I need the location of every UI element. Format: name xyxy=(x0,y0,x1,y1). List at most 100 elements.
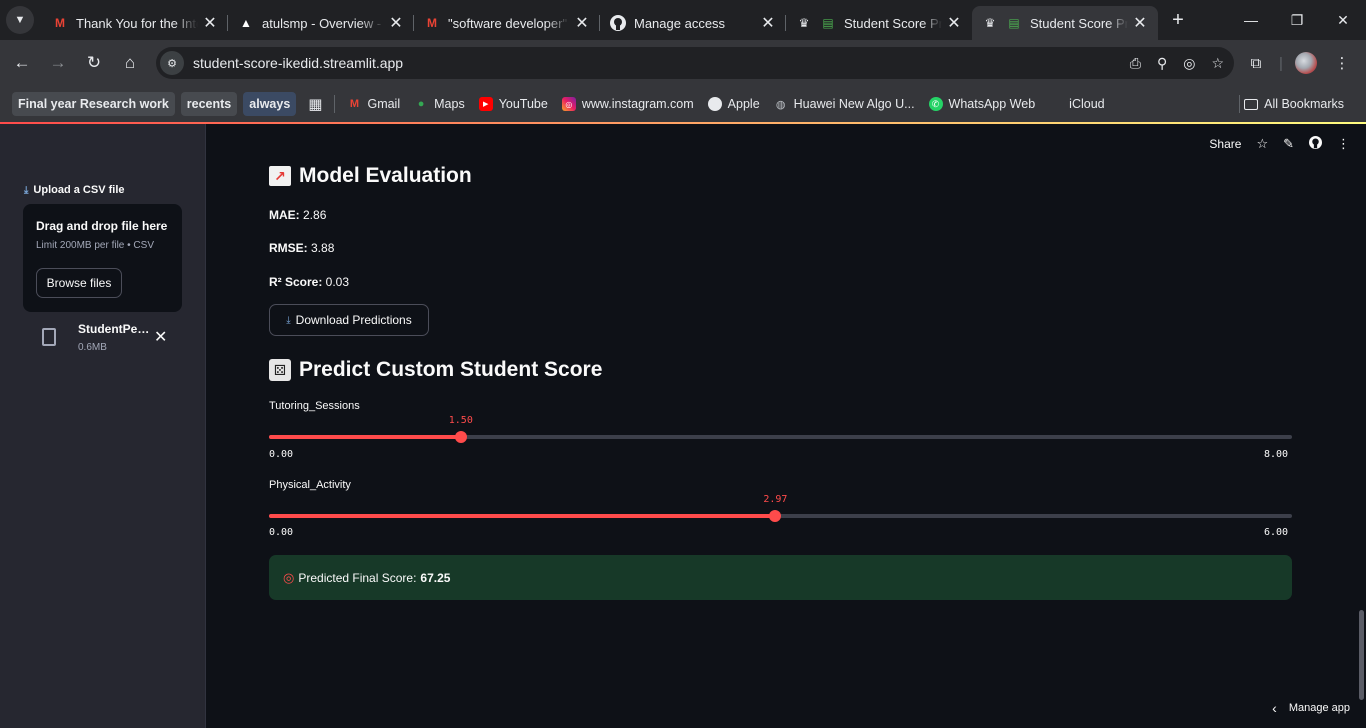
predicted-score: 67.25 xyxy=(420,570,451,585)
url-text[interactable]: student-score-ikedid.streamlit.app xyxy=(193,55,403,71)
new-tab-button[interactable]: + xyxy=(1164,6,1192,34)
home-icon: ⌂ xyxy=(124,53,136,72)
apps-grid-icon: ▦ xyxy=(308,96,323,113)
bookmark-instagram[interactable]: ◎ www.instagram.com xyxy=(556,92,700,116)
chart-increasing-icon: ↗ xyxy=(269,166,291,186)
uploaded-file: StudentPerformanceFactors.csv 0.6MB ✕ xyxy=(38,322,178,358)
browser-tab[interactable]: Manage access ✕ xyxy=(600,6,786,40)
minimize-icon[interactable]: — xyxy=(1228,0,1274,40)
share-button[interactable]: Share xyxy=(1209,137,1241,151)
slider-max: 6.00 xyxy=(1264,527,1289,538)
plus-icon: + xyxy=(1172,8,1184,31)
slider-value: 1.50 xyxy=(448,415,473,426)
address-bar[interactable]: ⚙ student-score-ikedid.streamlit.app ⎙ ⚲… xyxy=(156,47,1234,79)
close-tab-icon[interactable]: ✕ xyxy=(1132,13,1148,33)
slider-thumb[interactable] xyxy=(454,431,467,443)
download-predictions-button[interactable]: ⤓ Download Predictions xyxy=(269,304,429,336)
reload-button[interactable]: ↻ xyxy=(76,45,112,81)
slider-thumb[interactable] xyxy=(769,510,782,522)
zoom-icon[interactable]: ⚲ xyxy=(1157,55,1167,72)
gmail-icon: M xyxy=(55,16,65,30)
site-info-icon[interactable]: ⚙ xyxy=(160,51,184,75)
slider-fill xyxy=(269,435,461,439)
file-dropzone[interactable]: Drag and drop file here Limit 200MB per … xyxy=(23,204,182,312)
folder-icon xyxy=(1244,98,1259,110)
bookmark-folder[interactable]: always xyxy=(243,92,297,116)
inbox-tray-icon: ⤓ xyxy=(286,314,291,326)
slider-max: 8.00 xyxy=(1264,449,1289,460)
physical-activity-slider[interactable]: 2.97 xyxy=(269,494,1292,522)
remove-file-icon[interactable]: ✕ xyxy=(154,327,167,347)
r2-metric: R² Score: 0.03 xyxy=(269,275,350,289)
browser-tab[interactable]: M "software developer" - Gmail ✕ xyxy=(414,6,600,40)
browser-tab[interactable]: ▲ atulsmp - Overview - Vercel ✕ xyxy=(228,6,414,40)
github-icon[interactable] xyxy=(1309,136,1322,152)
arrow-left-icon: ← xyxy=(13,53,31,72)
tutoring-sessions-slider[interactable]: 1.50 xyxy=(269,415,1292,443)
bookmark-huawei[interactable]: ◍ Huawei New Algo U... xyxy=(768,92,921,116)
bookmark-gmail[interactable]: M Gmail xyxy=(341,92,406,116)
extensions-icon[interactable]: ⧉ xyxy=(1238,55,1274,72)
eye-off-icon[interactable]: ◎ xyxy=(1183,55,1195,72)
youtube-icon: ▶ xyxy=(478,97,493,111)
app-toolbar: Share ☆ ✎ ⋮ xyxy=(1209,136,1350,152)
restore-icon[interactable]: ❐ xyxy=(1274,0,1320,40)
forward-button[interactable]: → xyxy=(40,45,76,81)
manage-app-button[interactable]: ‹ Manage app xyxy=(1272,700,1350,716)
gmail-icon: M xyxy=(349,98,360,110)
maps-icon: ● xyxy=(417,98,425,110)
scrollbar-thumb[interactable] xyxy=(1359,610,1364,700)
toolbar-divider: | xyxy=(1279,54,1283,72)
main-content: Share ☆ ✎ ⋮ ↗ Model Evaluation MAE: 2.86… xyxy=(206,124,1366,728)
file-size: 0.6MB xyxy=(78,342,107,353)
rmse-metric: RMSE: 3.88 xyxy=(269,241,335,255)
edit-pencil-icon[interactable]: ✎ xyxy=(1283,136,1294,152)
whatsapp-icon: ✆ xyxy=(928,97,943,111)
mae-metric: MAE: 2.86 xyxy=(269,208,327,222)
close-tab-icon[interactable]: ✕ xyxy=(574,13,590,33)
bookmark-youtube[interactable]: ▶ YouTube xyxy=(473,92,554,116)
close-tab-icon[interactable]: ✕ xyxy=(202,13,218,33)
gmail-icon: M xyxy=(427,16,437,30)
apple-icon xyxy=(1049,97,1063,111)
star-icon[interactable]: ☆ xyxy=(1211,55,1224,72)
profile-avatar[interactable] xyxy=(1288,52,1324,74)
close-tab-icon[interactable]: ✕ xyxy=(760,13,776,33)
browser-toolbar: ← → ↻ ⌂ ⚙ student-score-ikedid.streamlit… xyxy=(0,40,1366,86)
slider-label: Tutoring_Sessions xyxy=(269,400,360,412)
star-icon[interactable]: ☆ xyxy=(1256,136,1268,152)
back-button[interactable]: ← xyxy=(4,45,40,81)
install-app-icon[interactable]: ⎙ xyxy=(1130,55,1141,72)
browser-tab-active[interactable]: ♛ ▤ Student Score Predictor ✕ xyxy=(972,6,1158,40)
divider xyxy=(334,95,336,113)
tab-search-button[interactable]: ▼ xyxy=(6,6,34,34)
github-icon xyxy=(610,15,626,31)
bookmark-folder[interactable]: recents xyxy=(180,92,238,116)
books-icon: ▤ xyxy=(1008,16,1020,30)
reload-icon: ↻ xyxy=(86,53,102,72)
bookmark-maps[interactable]: ● Maps xyxy=(408,92,471,116)
vercel-icon: ▲ xyxy=(240,16,252,30)
close-window-icon[interactable]: ✕ xyxy=(1320,0,1366,40)
bookmarks-bar: Final year Research work recents always … xyxy=(0,86,1366,122)
menu-kebab-icon[interactable]: ⋮ xyxy=(1337,136,1350,152)
menu-kebab-icon[interactable]: ⋮ xyxy=(1324,54,1360,72)
close-tab-icon[interactable]: ✕ xyxy=(388,13,404,33)
bookmark-folder[interactable]: Final year Research work xyxy=(12,92,175,116)
browser-tab[interactable]: M Thank You for the Interest ✕ xyxy=(42,6,228,40)
home-button[interactable]: ⌂ xyxy=(112,45,148,81)
close-tab-icon[interactable]: ✕ xyxy=(946,13,962,33)
bookmark-icloud[interactable]: iCloud xyxy=(1043,92,1110,116)
browse-files-button[interactable]: Browse files xyxy=(36,268,122,298)
file-icon xyxy=(42,328,56,346)
arrow-right-icon: → xyxy=(49,53,67,72)
window-controls: — ❐ ✕ xyxy=(1228,0,1366,40)
instagram-icon: ◎ xyxy=(561,97,576,111)
apps-grid-button[interactable]: ▦ xyxy=(302,92,328,116)
bookmark-apple[interactable]: Apple xyxy=(702,92,766,116)
bookmark-whatsapp[interactable]: ✆ WhatsApp Web xyxy=(923,92,1042,116)
browser-tab[interactable]: ♛ ▤ Student Score Predictor ✕ xyxy=(786,6,972,40)
streamlit-icon: ♛ xyxy=(798,16,810,30)
prediction-result: ◎ Predicted Final Score: 67.25 xyxy=(269,555,1292,600)
all-bookmarks-button[interactable]: All Bookmarks xyxy=(1238,92,1350,116)
